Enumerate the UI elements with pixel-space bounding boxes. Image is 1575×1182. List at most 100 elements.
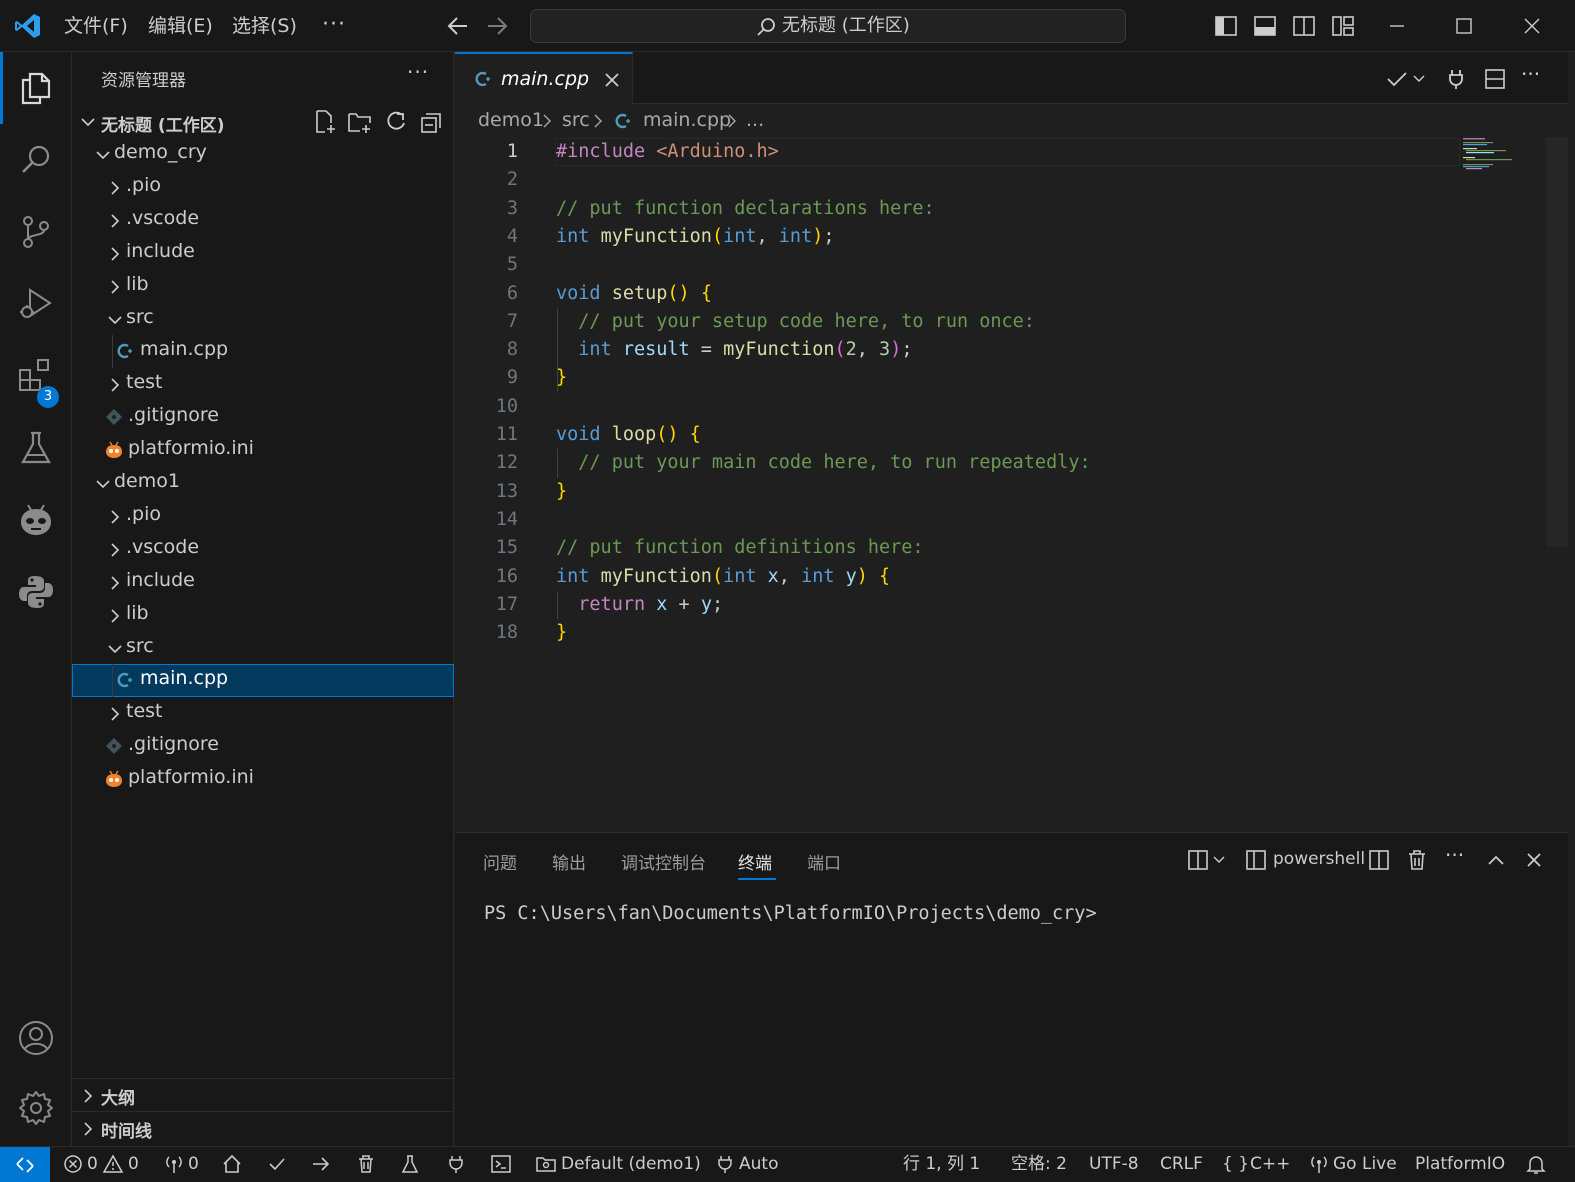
tab-terminal[interactable]: 终端: [738, 849, 772, 874]
new-terminal-layout-icon[interactable]: [1187, 849, 1209, 871]
settings-gear-icon[interactable]: [0, 1072, 72, 1144]
tab-debug-console[interactable]: 调试控制台: [621, 849, 706, 874]
collapse-all-icon[interactable]: [419, 109, 445, 135]
home-icon[interactable]: [222, 1154, 242, 1174]
tree-folder[interactable]: demo1: [72, 467, 454, 500]
panel-more-button[interactable]: ···: [1445, 843, 1464, 867]
tab-main-cpp[interactable]: main.cpp: [455, 52, 633, 105]
close-panel-icon[interactable]: [1523, 849, 1545, 871]
tree-folder[interactable]: test: [72, 697, 454, 730]
minimap[interactable]: [1463, 137, 1523, 177]
language-mode[interactable]: C++: [1250, 1147, 1290, 1182]
go-live[interactable]: Go Live: [1333, 1147, 1397, 1182]
testing-icon[interactable]: [0, 412, 72, 484]
tree-folder[interactable]: lib: [72, 599, 454, 632]
back-arrow-icon[interactable]: [446, 15, 470, 37]
trash-icon[interactable]: [1406, 849, 1428, 871]
editor-scrollbar[interactable]: [1546, 137, 1568, 547]
split-editor-icon[interactable]: [1484, 68, 1506, 90]
new-file-icon[interactable]: [312, 109, 338, 135]
maximize-icon[interactable]: [1452, 14, 1476, 38]
line-ending[interactable]: CRLF: [1160, 1147, 1203, 1182]
tree-folder[interactable]: src: [72, 632, 454, 665]
build-check-icon[interactable]: [267, 1154, 287, 1174]
toggle-secondary-sidebar-icon[interactable]: [1292, 15, 1316, 37]
breadcrumb-item-src[interactable]: src: [562, 109, 590, 131]
platformio-icon[interactable]: [0, 484, 72, 556]
tree-file[interactable]: .gitignore: [72, 401, 454, 434]
tree-folder[interactable]: include: [72, 566, 454, 599]
toggle-panel-icon[interactable]: [1253, 15, 1277, 37]
test-flask-icon[interactable]: [400, 1154, 420, 1174]
outline-section[interactable]: 大纲: [72, 1078, 454, 1111]
terminal-output[interactable]: PS C:\Users\fan\Documents\PlatformIO\Pro…: [484, 903, 1097, 924]
tree-folder[interactable]: src: [72, 303, 454, 336]
tree-folder[interactable]: .pio: [72, 500, 454, 533]
toggle-primary-sidebar-icon[interactable]: [1214, 15, 1238, 37]
terminal-icon[interactable]: [490, 1154, 512, 1174]
tree-file[interactable]: platformio.ini: [72, 763, 454, 796]
close-window-icon[interactable]: [1520, 14, 1544, 38]
workspace-header[interactable]: 无标题 (工作区): [72, 106, 454, 138]
check-icon[interactable]: [1385, 68, 1409, 90]
split-terminal-icon[interactable]: [1368, 849, 1390, 871]
source-control-icon[interactable]: [0, 196, 72, 268]
refresh-icon[interactable]: [383, 109, 409, 135]
command-center[interactable]: 无标题 (工作区): [530, 9, 1126, 43]
indentation[interactable]: 空格: 2: [1011, 1147, 1067, 1182]
serial-monitor-plug-icon[interactable]: [446, 1154, 466, 1174]
tab-problems[interactable]: 问题: [483, 849, 517, 874]
tree-file[interactable]: .gitignore: [72, 730, 454, 763]
chevron-up-icon[interactable]: [1485, 849, 1507, 871]
breadcrumb-item-demo1[interactable]: demo1: [478, 109, 544, 131]
cursor-position[interactable]: 行 1, 列 1: [903, 1147, 980, 1182]
tree-folder[interactable]: .pio: [72, 171, 454, 204]
search-icon[interactable]: [0, 124, 72, 196]
tree-folder[interactable]: .vscode: [72, 204, 454, 237]
clean-trash-icon[interactable]: [356, 1154, 376, 1174]
encoding[interactable]: UTF-8: [1089, 1147, 1139, 1182]
chevron-down-icon[interactable]: [1213, 855, 1225, 865]
customize-layout-icon[interactable]: [1331, 15, 1355, 37]
upload-arrow-icon[interactable]: [311, 1154, 331, 1174]
tree-file[interactable]: main.cpp: [72, 335, 454, 368]
timeline-section[interactable]: 时间线: [72, 1111, 454, 1144]
breadcrumb-item-symbols[interactable]: ...: [746, 109, 764, 131]
new-folder-icon[interactable]: [347, 109, 373, 135]
tree-folder[interactable]: include: [72, 237, 454, 270]
accounts-icon[interactable]: [0, 1002, 72, 1074]
remote-indicator[interactable]: [0, 1147, 50, 1182]
bell-icon[interactable]: [1526, 1154, 1546, 1174]
project-environment[interactable]: Default (demo1): [561, 1147, 701, 1182]
tree-file[interactable]: platformio.ini: [72, 434, 454, 467]
editor-more-button[interactable]: ···: [1521, 62, 1540, 86]
tree-folder[interactable]: .vscode: [72, 533, 454, 566]
breadcrumb-item-main-cpp[interactable]: main.cpp: [643, 109, 731, 131]
platformio-status[interactable]: PlatformIO: [1415, 1147, 1505, 1182]
close-tab-icon[interactable]: [603, 71, 621, 89]
error-count[interactable]: 0: [87, 1147, 98, 1182]
tree-file[interactable]: main.cpp: [72, 664, 454, 698]
explorer-more-button[interactable]: ···: [407, 60, 429, 84]
port-auto[interactable]: Auto: [739, 1147, 778, 1182]
menu-edit[interactable]: 编辑(E): [148, 0, 213, 52]
menu-file[interactable]: 文件(F): [64, 0, 128, 52]
ports-count[interactable]: 0: [188, 1147, 199, 1182]
warning-count[interactable]: 0: [128, 1147, 139, 1182]
tab-output[interactable]: 输出: [552, 849, 586, 874]
tree-folder[interactable]: demo_cry: [72, 138, 454, 171]
terminal-name[interactable]: powershell: [1273, 849, 1365, 869]
explorer-icon[interactable]: [0, 52, 72, 124]
chevron-down-icon[interactable]: [1413, 74, 1425, 84]
tree-folder[interactable]: test: [72, 368, 454, 401]
tab-ports[interactable]: 端口: [807, 849, 841, 874]
menu-more-button[interactable]: ···: [322, 0, 346, 52]
extensions-icon[interactable]: 3: [0, 340, 72, 412]
minimize-icon[interactable]: [1385, 14, 1409, 38]
menu-selection[interactable]: 选择(S): [232, 0, 297, 52]
tree-folder[interactable]: lib: [72, 270, 454, 303]
run-debug-icon[interactable]: [0, 268, 72, 340]
plug-icon[interactable]: [1446, 68, 1466, 90]
forward-arrow-icon[interactable]: [485, 15, 509, 37]
python-icon[interactable]: [0, 556, 72, 628]
